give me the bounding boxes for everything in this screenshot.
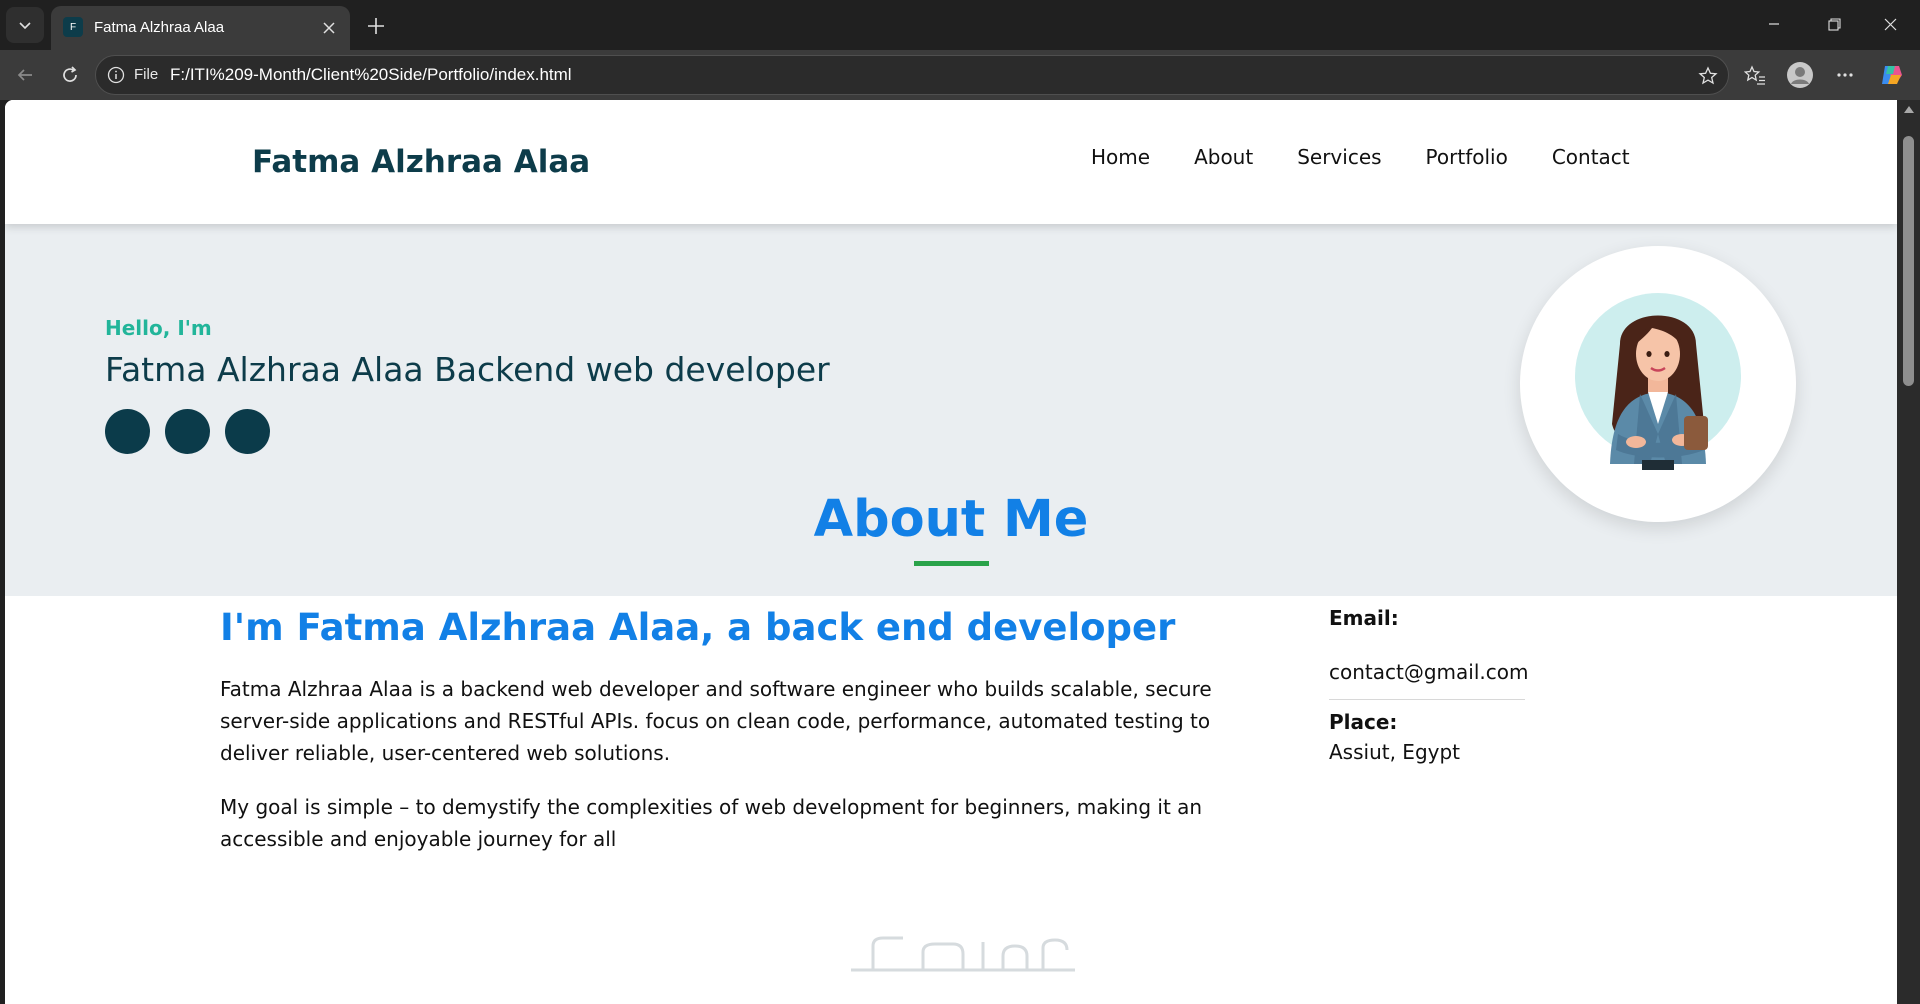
hero-greeting: Hello, I'm <box>105 316 212 340</box>
tab-title: Fatma Alzhraa Alaa <box>94 19 225 36</box>
info-icon[interactable] <box>106 65 126 85</box>
chevron-down-icon <box>19 22 31 30</box>
new-tab-button[interactable] <box>358 8 394 44</box>
social-links <box>105 409 270 454</box>
watermark-logo <box>851 936 1075 972</box>
favicon-icon: F <box>63 17 83 37</box>
restore-icon <box>1827 17 1841 31</box>
hero-headline: Fatma Alzhraa Alaa Backend web developer <box>105 350 830 389</box>
minimize-button[interactable] <box>1744 0 1804 48</box>
close-window-icon <box>1884 18 1896 30</box>
nav-link-services[interactable]: Services <box>1297 145 1381 169</box>
tab-close-button[interactable] <box>316 15 342 41</box>
page-scrollbar[interactable] <box>1897 100 1920 1004</box>
nav-link-home[interactable]: Home <box>1091 145 1150 169</box>
email-value[interactable]: contact@gmail.com <box>1329 660 1528 684</box>
more-horizontal-icon <box>1837 73 1853 77</box>
nav-link-about[interactable]: About <box>1194 145 1253 169</box>
minimize-icon <box>1769 23 1779 25</box>
restore-button[interactable] <box>1804 0 1864 48</box>
profile-avatar-icon <box>1787 62 1813 88</box>
about-title-underline <box>914 561 989 566</box>
favorites-button[interactable] <box>1737 57 1773 93</box>
favorites-list-icon <box>1744 65 1765 85</box>
social-link-1[interactable] <box>105 409 150 454</box>
close-icon <box>323 22 335 34</box>
scroll-up-arrow-icon[interactable] <box>1904 106 1914 113</box>
reload-icon <box>63 66 77 82</box>
page-viewport: Fatma Alzhraa Alaa Home About Services P… <box>5 100 1897 1004</box>
active-tab[interactable]: F Fatma Alzhraa Alaa <box>51 6 350 50</box>
close-window-button[interactable] <box>1860 0 1920 48</box>
nav-link-portfolio[interactable]: Portfolio <box>1426 145 1508 169</box>
about-paragraph-1: Fatma Alzhraa Alaa is a backend web deve… <box>220 677 1212 765</box>
site-header: Fatma Alzhraa Alaa Home About Services P… <box>5 100 1897 224</box>
back-button[interactable] <box>7 57 43 93</box>
email-label: Email: <box>1329 606 1399 630</box>
favorite-star-icon[interactable] <box>1696 64 1720 88</box>
place-value: Assiut, Egypt <box>1329 740 1461 764</box>
reload-button[interactable] <box>52 57 88 93</box>
about-paragraph-2: My goal is simple – to demystify the com… <box>220 795 1203 851</box>
about-subtitle: I'm Fatma Alzhraa Alaa, a back end devel… <box>220 606 1176 649</box>
browser-toolbar: File F:/ITI%209-Month/Client%20Side/Port… <box>0 50 1920 100</box>
copilot-icon <box>1882 66 1902 84</box>
more-options-button[interactable] <box>1827 57 1863 93</box>
site-brand[interactable]: Fatma Alzhraa Alaa <box>252 144 590 180</box>
developer-avatar-illustration <box>1575 293 1741 470</box>
info-divider <box>1329 699 1525 700</box>
plus-icon <box>368 18 384 34</box>
address-bar[interactable]: File F:/ITI%209-Month/Client%20Side/Port… <box>95 55 1729 95</box>
browser-tab-bar: F Fatma Alzhraa Alaa <box>0 0 1920 50</box>
social-link-2[interactable] <box>165 409 210 454</box>
arrow-left-icon <box>17 69 32 81</box>
tab-list-button[interactable] <box>6 7 44 43</box>
profile-photo-frame <box>1520 246 1796 522</box>
address-scheme-label: File <box>134 66 159 83</box>
main-nav: Home About Services Portfolio Contact <box>1091 145 1630 169</box>
social-link-3[interactable] <box>225 409 270 454</box>
place-label: Place: <box>1329 710 1398 734</box>
copilot-button[interactable] <box>1874 57 1910 93</box>
about-title: About Me <box>813 490 1089 549</box>
scrollbar-thumb[interactable] <box>1903 136 1914 386</box>
address-url[interactable]: F:/ITI%209-Month/Client%20Side/Portfolio… <box>170 65 572 85</box>
profile-button[interactable] <box>1782 57 1818 93</box>
nav-link-contact[interactable]: Contact <box>1552 145 1630 169</box>
